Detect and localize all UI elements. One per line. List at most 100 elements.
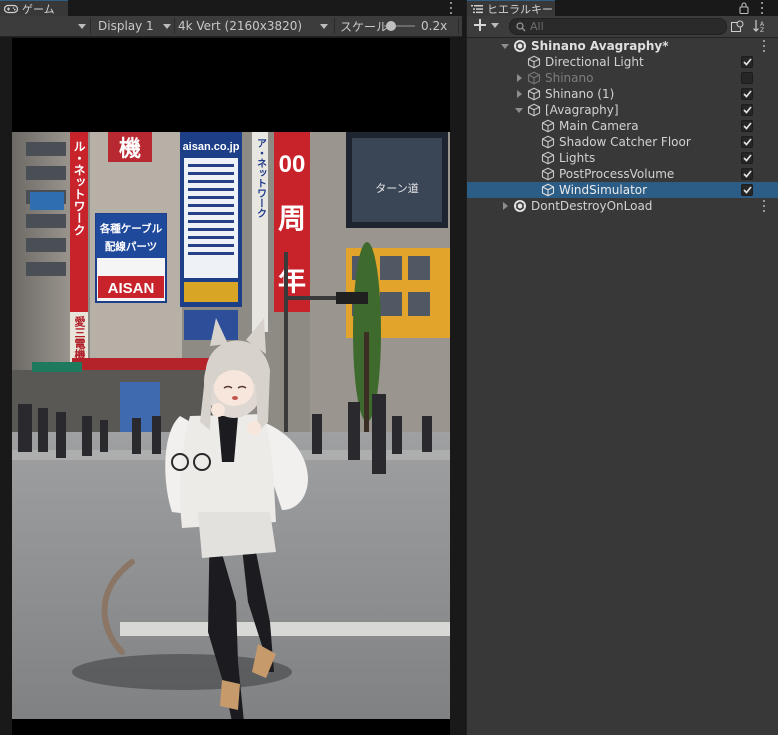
scene-visibility-icon[interactable] — [731, 20, 744, 33]
sign-kanji-side-text: 愛三電機 — [73, 315, 86, 361]
tab-hierarchy[interactable]: ヒエラルキー — [467, 0, 555, 16]
sign-aisan-url-text: aisan.co.jp — [183, 141, 240, 153]
sign-cable-1-text: 各種ケーブル — [99, 222, 163, 235]
hierarchy-panel: ヒエラルキー A Z — [466, 0, 778, 735]
scene-menu-icon[interactable] — [759, 39, 769, 53]
tab-hierarchy-label: ヒエラルキー — [487, 2, 553, 16]
hierarchy-menu-icon[interactable] — [757, 1, 767, 15]
cube-icon — [541, 135, 555, 149]
cube-icon — [527, 87, 541, 101]
row-label: Directional Light — [545, 55, 644, 69]
checkmark-icon — [742, 122, 752, 130]
hierarchy-item-lights[interactable]: Lights — [467, 150, 778, 166]
expand-arrow-icon[interactable] — [503, 202, 508, 210]
row-label: Shinano (1) — [545, 87, 615, 101]
blue-sign — [30, 192, 64, 210]
toolbar-divider — [334, 18, 335, 34]
active-toggle-checkbox[interactable] — [741, 72, 753, 84]
sign-aisan-text: AISAN — [108, 280, 155, 297]
tab-game-label: ゲーム — [22, 2, 55, 16]
row-label: DontDestroyOnLoad — [531, 199, 653, 213]
crosswalk-stripes — [120, 622, 450, 636]
hierarchy-toolbar: A Z — [467, 16, 778, 38]
sign-00-text: 00 — [279, 151, 306, 178]
search-input[interactable] — [530, 20, 720, 33]
cube-icon — [541, 119, 555, 133]
game-panel: ゲーム Display 1 4k Vert (2160x3820) スケール 0… — [0, 0, 462, 735]
sign-toshi-text: 年 — [278, 264, 306, 296]
resolution-dropdown[interactable]: 4k Vert (2160x3820) — [178, 16, 332, 36]
sign-shu-text: 周 — [278, 203, 306, 234]
hierarchy-item-directional-light[interactable]: Directional Light — [467, 54, 778, 70]
scene-render-image: ル・ネットワーク 愛三電機 機 各種ケーブル 配線パーツ AISAN aisan… — [12, 132, 450, 719]
active-toggle-checkbox[interactable] — [741, 104, 753, 116]
toolbar-divider — [90, 18, 91, 34]
expand-arrow-icon[interactable] — [501, 44, 509, 49]
hierarchy-item-dontdestroyonload[interactable]: DontDestroyOnLoad — [467, 198, 778, 214]
row-label: WindSimulator — [559, 183, 648, 197]
billboard-text: ターン道 — [375, 181, 418, 195]
game-toolbar: Display 1 4k Vert (2160x3820) スケール 0.2x — [0, 16, 462, 37]
toolbar-divider — [458, 18, 459, 34]
display-label: Display 1 — [98, 19, 154, 33]
expand-arrow-icon[interactable] — [515, 108, 523, 113]
signal-pole — [284, 252, 288, 462]
chevron-down-icon — [320, 24, 328, 29]
scene-menu-icon[interactable] — [759, 199, 769, 213]
active-toggle-checkbox[interactable] — [741, 136, 753, 148]
chevron-down-icon — [491, 22, 499, 28]
hierarchy-item-shadow-catcher-floor[interactable]: Shadow Catcher Floor — [467, 134, 778, 150]
hierarchy-scene-root[interactable]: Shinano Avagraphy* — [467, 38, 778, 54]
scale-slider-thumb[interactable] — [386, 21, 396, 31]
sign-kanji-top-text: 機 — [119, 136, 141, 161]
checkmark-icon — [742, 138, 752, 146]
row-label: Lights — [559, 151, 596, 165]
hierarchy-tabbar: ヒエラルキー — [467, 0, 778, 16]
red-awning — [72, 358, 222, 370]
hierarchy-item-shinano[interactable]: Shinano — [467, 70, 778, 86]
checkmark-icon — [742, 170, 752, 178]
sort-icon[interactable]: A Z — [753, 19, 767, 33]
cube-icon — [541, 167, 555, 181]
tab-game[interactable]: ゲーム — [0, 0, 68, 16]
row-label: [Avagraphy] — [545, 103, 619, 117]
lock-icon[interactable] — [739, 2, 749, 14]
hierarchy-item-avagraphy[interactable]: [Avagraphy] — [467, 102, 778, 118]
blue-lower-sign — [184, 310, 238, 340]
search-icon — [516, 21, 526, 31]
game-menu-icon[interactable] — [446, 1, 456, 15]
hierarchy-item-main-camera[interactable]: Main Camera — [467, 118, 778, 134]
cube-icon — [527, 55, 541, 69]
billboard-art — [352, 138, 442, 222]
active-toggle-checkbox[interactable] — [741, 152, 753, 164]
row-label: PostProcessVolume — [559, 167, 675, 181]
chevron-down-icon — [163, 24, 171, 29]
hierarchy-empty-area[interactable] — [467, 214, 778, 735]
sign-cable-2-text: 配線パーツ — [105, 240, 157, 253]
scale-label: スケール — [340, 19, 389, 34]
active-toggle-checkbox[interactable] — [741, 184, 753, 196]
row-label: Shadow Catcher Floor — [559, 135, 691, 149]
active-toggle-checkbox[interactable] — [741, 120, 753, 132]
checkmark-icon — [742, 58, 752, 66]
hierarchy-item-windsimulator[interactable]: WindSimulator — [467, 182, 778, 198]
list-icon — [471, 4, 483, 13]
add-object-button[interactable] — [474, 19, 499, 31]
expand-arrow-icon[interactable] — [517, 74, 522, 82]
game-view-dropdown-arrow[interactable] — [78, 16, 86, 36]
scale-value: 0.2x — [421, 19, 448, 33]
active-toggle-checkbox[interactable] — [741, 56, 753, 68]
active-toggle-checkbox[interactable] — [741, 88, 753, 100]
hierarchy-item-postprocessvolume[interactable]: PostProcessVolume — [467, 166, 778, 182]
active-toggle-checkbox[interactable] — [741, 168, 753, 180]
game-viewport[interactable]: ル・ネットワーク 愛三電機 機 各種ケーブル 配線パーツ AISAN aisan… — [12, 38, 450, 735]
expand-arrow-icon[interactable] — [517, 90, 522, 98]
green-sign — [32, 362, 82, 372]
search-box[interactable] — [509, 18, 727, 35]
hierarchy-item-shinano-1[interactable]: Shinano (1) — [467, 86, 778, 102]
display-dropdown[interactable]: Display 1 — [98, 16, 174, 36]
cube-icon — [541, 183, 555, 197]
checkmark-icon — [742, 90, 752, 98]
chevron-down-icon — [78, 23, 86, 29]
game-tabbar: ゲーム — [0, 0, 462, 16]
